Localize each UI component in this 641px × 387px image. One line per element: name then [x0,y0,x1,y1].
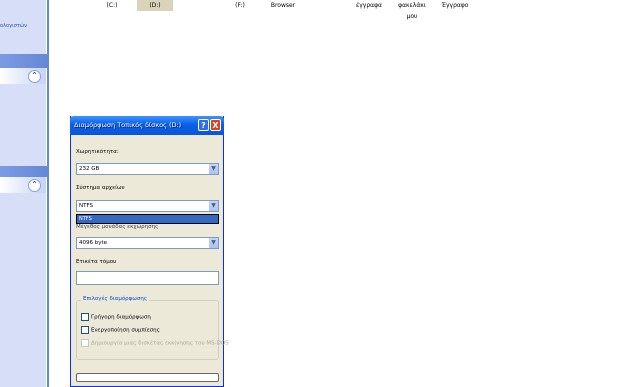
chevron-up-double-icon[interactable]: ⌃ [28,70,41,83]
filesystem-value: NTFS [79,203,94,209]
folder-label: Έγγραφο [441,2,469,9]
msdos-boot-checkbox [81,339,89,347]
quick-format-checkbox[interactable] [81,313,89,321]
filesystem-dropdown-list: NTFS [76,214,219,224]
task-pane-panel-bottom: ⌃ [0,177,47,387]
filesystem-label: Σύστημα αρχείων [76,185,125,191]
close-button[interactable]: X [210,119,221,131]
file-document[interactable]: Έγγραφο [440,0,470,11]
compression-checkbox[interactable] [81,326,89,334]
capacity-value: 232 GB [79,166,100,172]
volume-label-caption: Ετικέτα τόμου [76,259,117,265]
task-pane: ολογιστών ⌃ ⌃ [0,0,49,387]
allocation-label: Μέγεθος μονάδας εκχώρησης [76,224,159,230]
folder-my-folder[interactable]: φακελάκι μου [392,0,432,22]
dialog-title: Διαμόρφωση Τοπικός δίσκος (D:) [74,121,182,129]
task-pane-panel-top: ολογιστών [0,0,47,54]
dialog-titlebar[interactable]: Διαμόρφωση Τοπικός δίσκος (D:) ? X [70,116,224,135]
task-pane-panel-middle: ⌃ [0,68,47,166]
chevron-down-icon[interactable]: ▼ [208,164,218,174]
folder-documents[interactable]: έγγραφα [354,0,384,11]
chevron-down-icon[interactable]: ▼ [208,201,218,211]
drive-c[interactable]: (C:) [104,0,120,11]
compression-option[interactable]: Ενεργοποίηση συμπίεσης [81,326,160,334]
allocation-value: 4096 byte [79,240,108,246]
quick-format-option[interactable]: Γρήγορη διαμόρφωση [81,313,151,321]
drive-label: (F:) [235,2,245,9]
task-pane-header[interactable]: ⌃ [0,68,46,84]
folder-browser[interactable]: Browser [268,0,298,11]
dropdown-option-ntfs[interactable]: NTFS [77,215,218,223]
task-pane-header[interactable]: ⌃ [0,177,46,193]
volume-label-input[interactable] [76,271,219,285]
format-progress-bar [76,373,219,382]
msdos-boot-label: Δημιουργία μιας δισκέτας εκκίνησης του M… [91,340,229,347]
capacity-label: Χωρητικότητα: [76,149,119,155]
drive-label: (D:) [149,2,161,9]
folder-label: έγγραφα [355,2,383,9]
drive-label: (C:) [106,2,118,9]
folder-label: φακελάκι μου [398,2,426,20]
drive-d[interactable]: (D:) [137,0,173,11]
help-button[interactable]: ? [198,119,209,131]
msdos-boot-option: Δημιουργία μιας δισκέτας εκκίνησης του M… [81,339,229,347]
format-options-group: Επιλογές διαμόρφωσης Γρήγορη διαμόρφωση … [76,296,229,360]
chevron-up-double-icon[interactable]: ⌃ [28,179,41,192]
quick-format-label: Γρήγορη διαμόρφωση [91,314,151,321]
folder-label: Browser [270,2,296,9]
drive-f[interactable]: (F:) [232,0,248,11]
chevron-down-icon[interactable]: ▼ [208,238,218,248]
allocation-select[interactable]: 4096 byte ▼ [76,237,219,249]
compression-label: Ενεργοποίηση συμπίεσης [91,327,160,334]
task-pane-link[interactable]: ολογιστών [0,23,27,29]
format-options-title: Επιλογές διαμόρφωσης [81,296,150,302]
capacity-select[interactable]: 232 GB ▼ [76,163,219,175]
filesystem-select[interactable]: NTFS ▼ [76,200,219,212]
